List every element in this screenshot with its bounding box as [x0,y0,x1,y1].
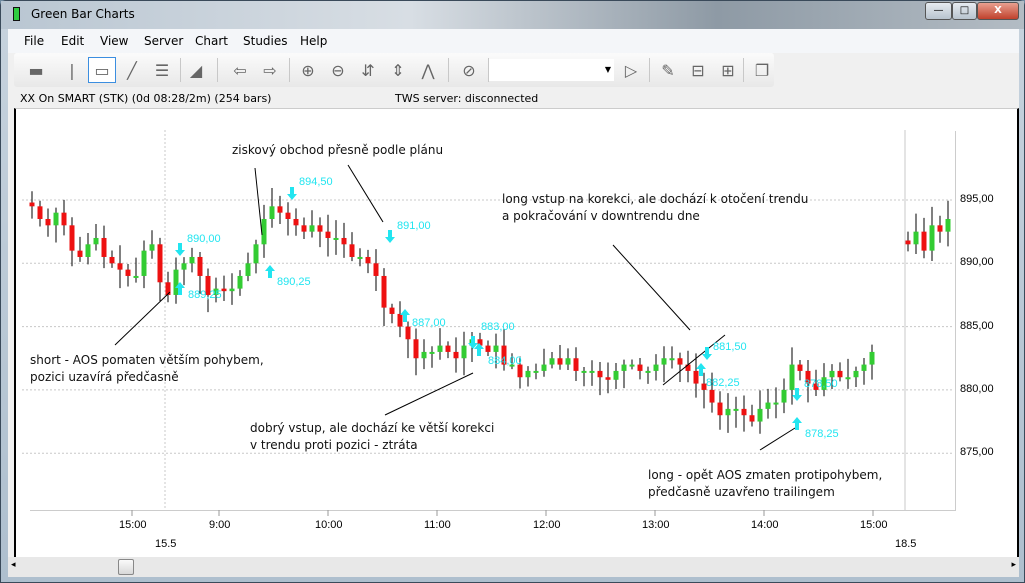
annotation-long-aos: long - opět AOS zmaten protipohybem, před… [648,468,883,499]
title-bar: Green Bar Charts — □ X [1,1,1024,29]
signal-label: 887,00 [412,317,446,329]
auto-scale-icon[interactable]: ⋀ [414,57,442,83]
y-tick-label: 885,00 [960,320,994,332]
add-study-icon[interactable]: ⊞ [714,57,742,83]
y-tick-label: 895,00 [960,193,994,205]
annotation-profitable-trade: ziskový obchod přesně podle plánu [232,143,444,157]
y-tick-label: 890,00 [960,256,994,268]
compress-vertical-icon[interactable]: ⇵ [354,57,382,83]
zoom-in-icon[interactable]: ⊕ [294,57,322,83]
signal-label: 878,50 [804,378,838,390]
scroll-left-arrow-icon[interactable]: ◂ [11,560,16,570]
x-tick-label: 13:00 [642,519,670,531]
scrollbar-thumb[interactable] [118,559,134,575]
x-tick-label: 14:00 [751,519,779,531]
chevron-down-icon: ▼ [604,65,611,74]
x-tick-label: 11:00 [424,519,451,531]
menu-bar: File Edit View Server Chart Studies Help [8,29,1019,53]
signal-label: 882,25 [706,377,740,389]
window-title: Green Bar Charts [31,7,135,21]
symbol-combo[interactable]: ▼ [489,59,614,81]
menu-edit[interactable]: Edit [61,34,84,48]
y-tick-label: 875,00 [960,446,994,458]
signal-label: 889,25 [188,289,222,301]
menu-chart[interactable]: Chart [195,34,228,48]
instrument-info: XX On SMART (STK) (0d 08:28/2m) (254 bar… [20,92,272,105]
date-label: 15.5 [155,538,177,550]
expand-vertical-icon[interactable]: ⇕ [384,57,412,83]
menu-view[interactable]: View [100,34,128,48]
app-icon [13,7,20,21]
close-button[interactable]: X [977,2,1019,20]
maximize-button[interactable]: □ [952,2,977,20]
signal-label: 881,50 [713,341,747,353]
x-tick-label: 9:00 [209,519,231,531]
x-tick-label: 15:00 [860,519,888,531]
x-tick-label: 12:00 [533,519,561,531]
stop-icon[interactable]: ⊘ [455,57,483,83]
ray-line-icon[interactable]: ▭ [88,57,116,83]
signal-label: 891,00 [397,220,431,232]
signal-label: 890,00 [187,233,221,245]
signal-label: 890,25 [277,276,311,288]
server-status: TWS server: disconnected [395,92,539,105]
signal-label: 883,00 [481,321,515,333]
y-tick-label: 880,00 [960,383,994,395]
zoom-out-icon[interactable]: ⊖ [324,57,352,83]
menu-server[interactable]: Server [144,34,183,48]
apply-icon[interactable]: ▷ [617,57,645,83]
fibonacci-lines-icon[interactable]: ☰ [148,57,176,83]
annotation-good-entry: dobrý vstup, ale dochází ke větší korekc… [250,421,495,452]
eraser-icon[interactable]: ◢ [182,57,210,83]
toolbar: ▬ | ▭ ╱ ☰ ◢ ⇦ ⇨ ⊕ ⊖ ⇵ ⇕ ⋀ ⊘ ▼ ▷ ✎ ⊟ ⊞ ❐ [14,53,774,87]
horizontal-line-icon[interactable]: ▬ [22,57,50,83]
remove-study-icon[interactable]: ⊟ [684,57,712,83]
menu-help[interactable]: Help [300,34,327,48]
date-label: 18.5 [895,538,917,550]
menu-file[interactable]: File [24,34,44,48]
x-tick-label: 15:00 [119,519,147,531]
annotation-short: short - AOS pomaten větším pohybem, pozic… [30,353,264,384]
scroll-right-icon[interactable]: ⇨ [256,57,284,83]
minimize-button[interactable]: — [925,2,952,20]
windows-icon[interactable]: ❐ [748,57,776,83]
menu-studies[interactable]: Studies [243,34,288,48]
annotation-long-entry: long vstup na korekci, ale dochází k oto… [502,192,809,223]
horizontal-scrollbar[interactable]: ◂ ▸ [8,557,1019,577]
vertical-line-icon[interactable]: | [58,57,86,83]
signal-label: 894,50 [299,176,333,188]
signal-label: 884,00 [488,355,522,367]
signal-label: 878,25 [805,428,839,440]
scroll-left-icon[interactable]: ⇦ [226,57,254,83]
trend-line-icon[interactable]: ╱ [118,57,146,83]
properties-icon[interactable]: ✎ [654,57,682,83]
x-tick-label: 10:00 [315,519,343,531]
scroll-right-arrow-icon[interactable]: ▸ [1011,560,1016,570]
